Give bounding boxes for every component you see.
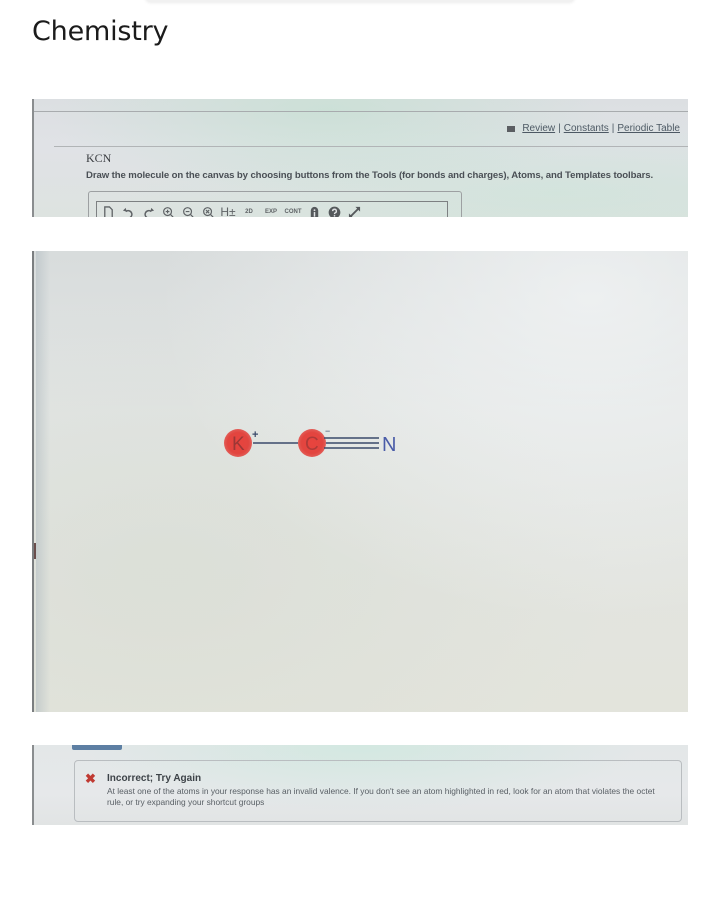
zoom-out-icon[interactable] bbox=[181, 205, 195, 217]
feedback-box: ✖ Incorrect; Try Again At least one of t… bbox=[74, 760, 682, 822]
editor-toolbar: H± 2D EXP CONT bbox=[96, 201, 448, 217]
divider bbox=[34, 111, 688, 112]
divider bbox=[54, 146, 688, 147]
molecule-drawing: K + C − N bbox=[224, 426, 396, 457]
fullscreen-icon[interactable] bbox=[347, 205, 361, 217]
feedback-photo: ✖ Incorrect; Try Again At least one of t… bbox=[32, 745, 688, 825]
feedback-message: At least one of the atoms in your respon… bbox=[107, 786, 655, 807]
info-icon[interactable] bbox=[307, 205, 321, 217]
expand-icon[interactable]: EXP bbox=[263, 205, 279, 217]
link-separator: | bbox=[558, 123, 561, 134]
question-instructions: Draw the molecule on the canvas by choos… bbox=[86, 170, 654, 181]
2d-clean-icon[interactable]: 2D bbox=[241, 205, 257, 217]
resources-icon bbox=[507, 125, 516, 132]
link-separator: | bbox=[611, 123, 615, 134]
undo-icon[interactable] bbox=[121, 205, 135, 217]
zoom-in-icon[interactable] bbox=[161, 205, 175, 217]
atom-c[interactable]: C bbox=[305, 434, 319, 455]
redo-icon[interactable] bbox=[141, 205, 155, 217]
charge-k: + bbox=[252, 429, 258, 441]
canvas-edge-mark bbox=[34, 543, 36, 559]
drawing-canvas[interactable]: K + C − N bbox=[32, 251, 688, 712]
page-title: Chemistry bbox=[32, 16, 169, 47]
question-title: KCN bbox=[86, 151, 112, 165]
constants-link[interactable]: Constants bbox=[564, 123, 609, 134]
top-card-edge bbox=[145, 0, 575, 2]
atom-n[interactable]: N bbox=[382, 434, 396, 456]
new-document-icon[interactable] bbox=[101, 205, 115, 217]
review-link[interactable]: Review bbox=[522, 123, 555, 134]
zoom-reset-icon[interactable] bbox=[201, 205, 215, 217]
contract-icon[interactable]: CONT bbox=[285, 205, 302, 217]
charge-c: − bbox=[325, 426, 330, 436]
feedback-title: Incorrect; Try Again bbox=[107, 773, 202, 784]
x-icon: ✖ bbox=[85, 771, 96, 786]
question-header-photo: Review | Constants | Periodic Table KCN … bbox=[32, 99, 688, 217]
atom-k[interactable]: K bbox=[232, 434, 245, 455]
submit-button[interactable] bbox=[72, 745, 122, 750]
bond-c-n-triple bbox=[324, 437, 379, 449]
help-icon[interactable] bbox=[327, 205, 341, 217]
resource-links: Review | Constants | Periodic Table bbox=[507, 123, 680, 134]
periodic-table-link[interactable]: Periodic Table bbox=[617, 123, 680, 134]
hydrogens-icon[interactable]: H± bbox=[220, 205, 235, 217]
